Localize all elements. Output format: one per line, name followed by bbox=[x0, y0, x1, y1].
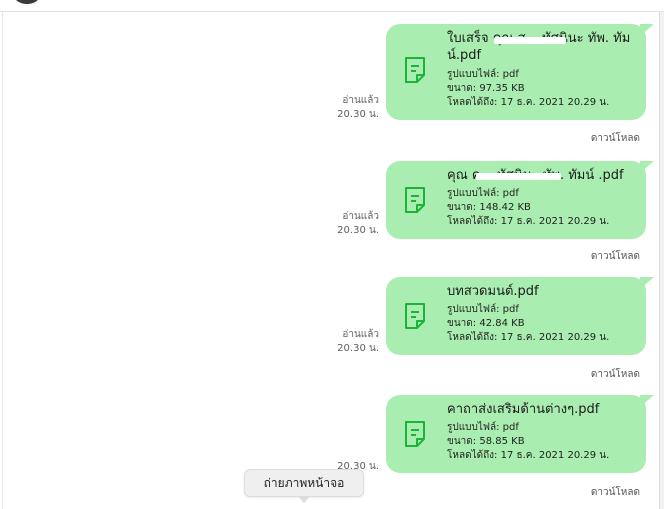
file-expiry: โหลดได้ถึง: 17 ธ.ค. 2021 20.29 น. bbox=[447, 450, 610, 461]
chat-header bbox=[0, 0, 664, 12]
file-bubble[interactable]: คาถาส่งเสริมด้านต่างๆ.pdf รูปแบบไฟล์: pd… bbox=[386, 395, 654, 473]
screenshot-tooltip: ถ่ายภาพหน้าจอ bbox=[244, 469, 364, 503]
file-name: ใบเสร็จ คุณ ส... ทัศนินะ ทัพ. ทัม น์.pdf bbox=[447, 31, 631, 63]
document-icon bbox=[405, 421, 425, 447]
file-size: ขนาด: 97.35 KB bbox=[447, 83, 525, 94]
file-size: ขนาด: 42.84 KB bbox=[447, 318, 525, 329]
file-bubble[interactable]: บทสวดมนต์.pdf รูปแบบไฟล์: pdf ขนาด: 42.8… bbox=[386, 277, 654, 355]
message-meta: อ่านแล้ว 20.30 น. bbox=[299, 210, 379, 238]
download-link[interactable]: ดาวน์โหลด bbox=[591, 367, 640, 382]
redaction-mark bbox=[476, 173, 561, 180]
file-bubble[interactable]: ใบเสร็จ คุณ ส... ทัศนินะ ทัพ. ทัม น์.pdf… bbox=[386, 24, 654, 120]
file-expiry: โหลดได้ถึง: 17 ธ.ค. 2021 20.29 น. bbox=[447, 216, 610, 227]
read-status: อ่านแล้ว bbox=[342, 329, 379, 340]
download-link[interactable]: ดาวน์โหลด bbox=[591, 249, 640, 264]
scrollbar[interactable] bbox=[660, 12, 664, 509]
message-meta: อ่านแล้ว 20.30 น. bbox=[299, 328, 379, 356]
avatar[interactable] bbox=[14, 0, 40, 4]
chat-area: อ่านแล้ว 20.30 น. ใบเสร็จ คุณ ส... ทัศนิ… bbox=[2, 12, 660, 509]
read-status: อ่านแล้ว bbox=[342, 211, 379, 222]
download-link[interactable]: ดาวน์โหลด bbox=[591, 485, 640, 500]
file-name: บทสวดมนต์.pdf bbox=[447, 284, 539, 299]
file-bubble[interactable]: คุณ ค... ทัศนินะ ทัพ. ทัมน์ .pdf รูปแบบไ… bbox=[386, 161, 654, 239]
document-icon bbox=[405, 187, 425, 213]
message-time: 20.30 น. bbox=[337, 343, 379, 354]
document-icon bbox=[405, 303, 425, 329]
redaction-mark bbox=[494, 37, 566, 44]
message-time: 20.30 น. bbox=[337, 225, 379, 236]
file-type: รูปแบบไฟล์: pdf bbox=[447, 304, 519, 315]
file-type: รูปแบบไฟล์: pdf bbox=[447, 69, 519, 80]
file-name: คาถาส่งเสริมด้านต่างๆ.pdf bbox=[447, 402, 600, 417]
message-meta: อ่านแล้ว 20.30 น. bbox=[299, 94, 379, 122]
download-link[interactable]: ดาวน์โหลด bbox=[591, 131, 640, 146]
file-expiry: โหลดได้ถึง: 17 ธ.ค. 2021 20.29 น. bbox=[447, 332, 610, 343]
file-expiry: โหลดได้ถึง: 17 ธ.ค. 2021 20.29 น. bbox=[447, 97, 610, 108]
message-time: 20.30 น. bbox=[337, 109, 379, 120]
file-size: ขนาด: 58.85 KB bbox=[447, 436, 525, 447]
document-icon bbox=[405, 57, 425, 83]
file-size: ขนาด: 148.42 KB bbox=[447, 202, 531, 213]
file-type: รูปแบบไฟล์: pdf bbox=[447, 422, 519, 433]
read-status: อ่านแล้ว bbox=[342, 95, 379, 106]
file-type: รูปแบบไฟล์: pdf bbox=[447, 188, 519, 199]
